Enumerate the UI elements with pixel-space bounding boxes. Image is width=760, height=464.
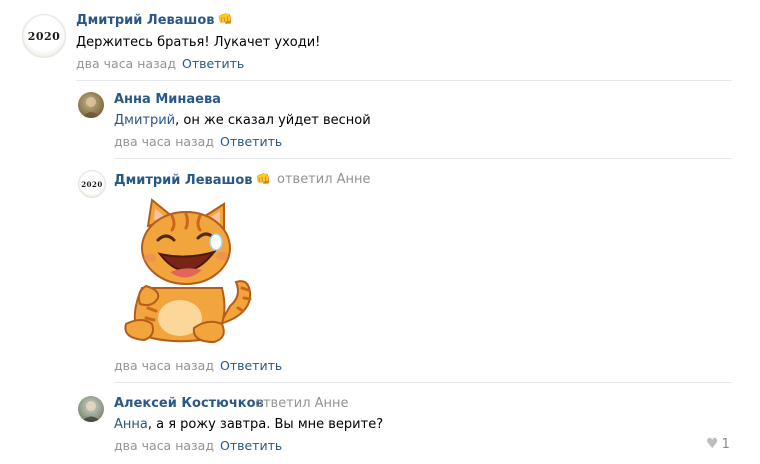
- comment-meta: два часа назад Ответить: [114, 134, 282, 149]
- comment-meta: два часа назад Ответить: [114, 438, 282, 453]
- mention-link[interactable]: Дмитрий: [114, 113, 175, 128]
- avatar-text: 2020: [27, 29, 61, 43]
- comment-text: Анна, а я рожу завтра. Вы мне верите?: [114, 417, 384, 432]
- mention-link[interactable]: Анна: [114, 417, 148, 432]
- replied-to[interactable]: ответил Анне: [277, 172, 371, 187]
- reply-button[interactable]: Ответить: [220, 438, 282, 453]
- avatar[interactable]: 2020: [78, 170, 106, 198]
- comment-author[interactable]: Дмитрий Левашов 👊: [114, 172, 270, 188]
- separator: [114, 382, 732, 383]
- reply-button[interactable]: Ответить: [182, 56, 244, 71]
- comment-author[interactable]: Анна Минаева: [114, 92, 221, 107]
- avatar[interactable]: 2020: [22, 14, 66, 58]
- comment-time[interactable]: два часа назад: [76, 56, 176, 71]
- separator: [114, 158, 732, 159]
- separator: [76, 80, 732, 81]
- comment-time[interactable]: два часа назад: [114, 438, 214, 453]
- comment-meta: два часа назад Ответить: [114, 358, 282, 373]
- comment-author[interactable]: Дмитрий Левашов 👊: [76, 12, 232, 28]
- comment-text: Держитесь братья! Лукачет уходи!: [76, 35, 321, 50]
- fist-icon: 👊: [217, 12, 233, 26]
- heart-icon: ♥: [706, 436, 719, 452]
- comment-text: Дмитрий, он же сказал уйдет весной: [114, 113, 371, 128]
- laughing-cat-sticker[interactable]: [112, 196, 262, 346]
- comment-time[interactable]: два часа назад: [114, 358, 214, 373]
- cat-sticker-icon: [124, 198, 252, 344]
- avatar-photo: [82, 97, 100, 118]
- comment-meta: два часа назад Ответить: [76, 56, 244, 71]
- avatar-photo: [81, 401, 101, 422]
- reply-button[interactable]: Ответить: [220, 134, 282, 149]
- avatar[interactable]: [78, 396, 104, 422]
- comment-author[interactable]: Алексей Костючков: [114, 396, 264, 411]
- replied-to[interactable]: ответил Анне: [255, 396, 349, 411]
- like-button[interactable]: ♥ 1: [706, 436, 730, 452]
- reply-button[interactable]: Ответить: [220, 358, 282, 373]
- fist-icon: 👊: [255, 172, 271, 186]
- avatar[interactable]: [78, 92, 104, 118]
- like-count: 1: [721, 437, 730, 452]
- comment-time[interactable]: два часа назад: [114, 134, 214, 149]
- avatar-text: 2020: [81, 179, 103, 189]
